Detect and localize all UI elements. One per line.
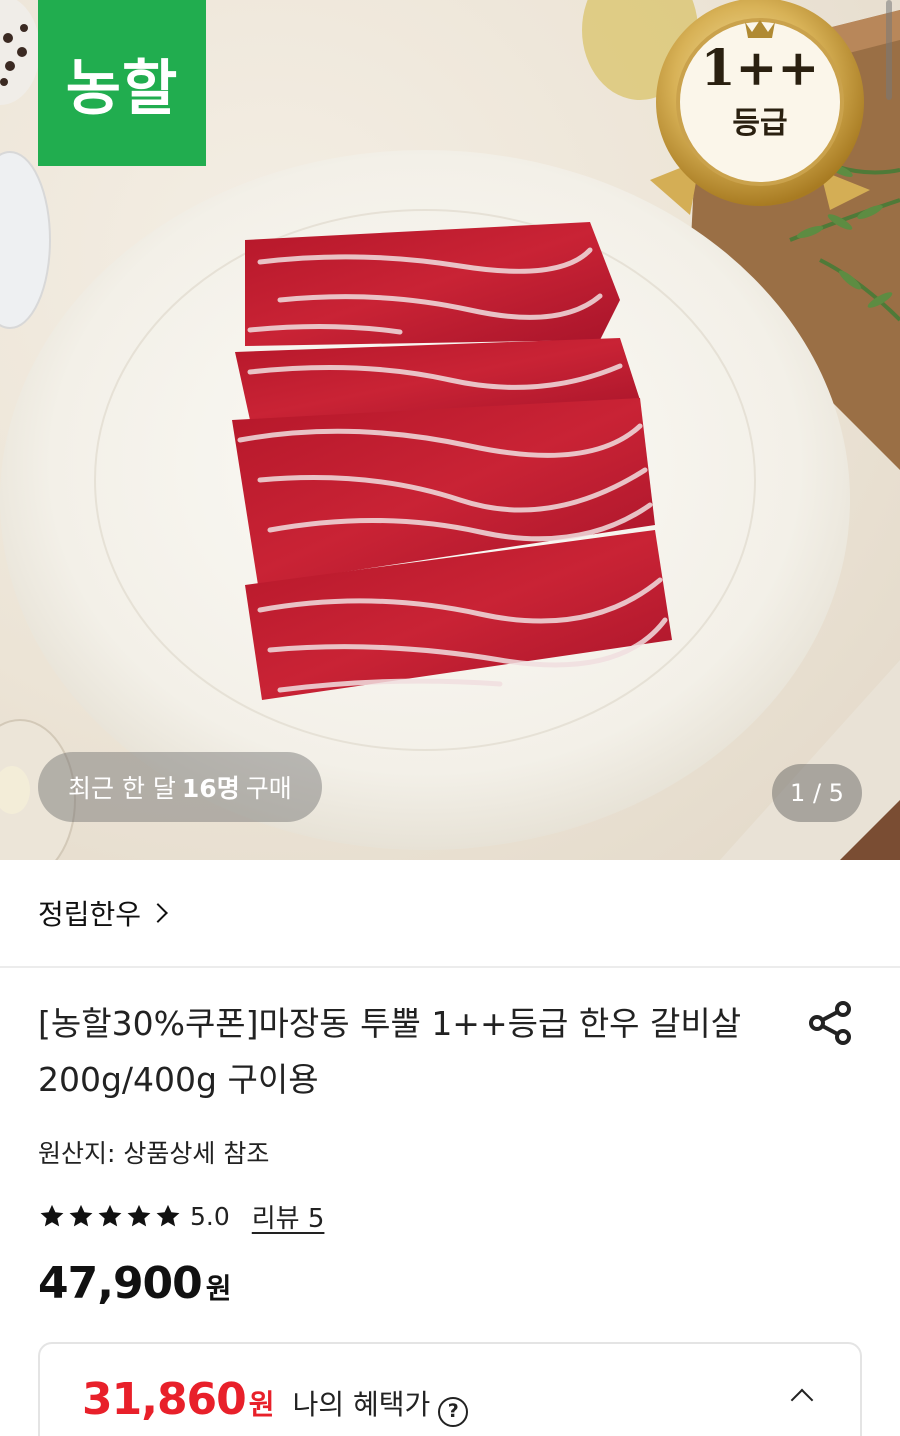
share-icon[interactable]	[806, 1000, 856, 1046]
grade-badge-label: 등급	[732, 106, 788, 141]
purchase-prefix: 최근 한 달	[68, 774, 176, 803]
star-rating	[38, 1202, 182, 1230]
product-price: 47,900	[38, 1258, 203, 1309]
carousel-page-indicator: 1 / 5	[772, 764, 862, 822]
star-icon	[156, 1204, 180, 1227]
price-row: 47,900 원	[38, 1258, 232, 1309]
benefit-price-unit: 원	[248, 1388, 275, 1421]
brand-logo: 농할	[38, 0, 206, 166]
review-link[interactable]: 리뷰 5	[252, 1198, 325, 1235]
rating-row: 5.0 리뷰 5	[38, 1196, 324, 1236]
star-icon	[98, 1204, 122, 1227]
price-unit: 원	[205, 1272, 232, 1305]
benefit-label: 나의 혜택가	[292, 1388, 431, 1421]
purchase-suffix: 구매	[245, 774, 292, 803]
product-image-carousel[interactable]: 1++ 등급 농할 최근 한 달 16명 구매 1 / 5	[0, 0, 900, 860]
store-name: 정립한우	[38, 898, 142, 931]
store-link[interactable]: 정립한우	[0, 860, 900, 968]
scrollbar[interactable]	[886, 0, 892, 100]
chevron-right-icon	[148, 903, 168, 923]
star-icon	[127, 1204, 151, 1227]
question-circle-icon[interactable]: ?	[438, 1397, 469, 1427]
product-title: [농할30%쿠폰]마장동 투뿔 1++등급 한우 갈비살 200g/400g 구…	[38, 1004, 742, 1099]
benefit-price: 31,860	[82, 1374, 247, 1425]
purchase-count: 16명	[181, 774, 240, 803]
star-icon	[69, 1204, 93, 1227]
chevron-up-icon[interactable]	[790, 1388, 814, 1412]
grade-badge-grade: 1++	[700, 38, 820, 97]
brand-logo-text: 농할	[65, 53, 179, 124]
benefit-price-panel[interactable]: 31,860 원 나의 혜택가 ?	[38, 1342, 862, 1436]
origin-info: 원산지: 상품상세 참조	[38, 1139, 270, 1168]
star-icon	[40, 1204, 64, 1227]
rating-value: 5.0	[190, 1201, 230, 1231]
recent-purchase-badge: 최근 한 달 16명 구매	[38, 752, 322, 822]
